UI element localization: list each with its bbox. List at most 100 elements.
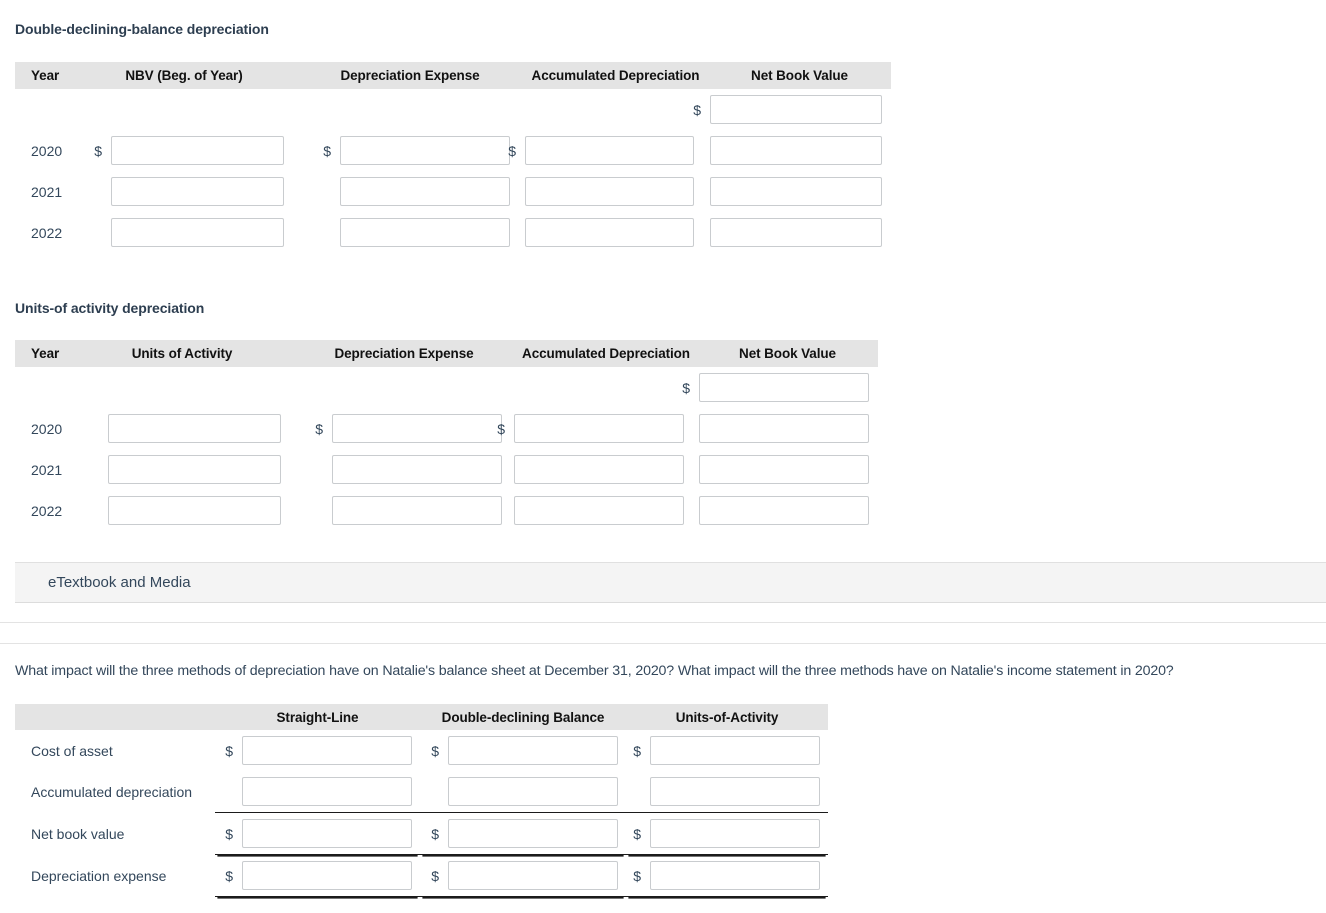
amount-input[interactable] — [650, 777, 820, 806]
amount-input[interactable] — [332, 496, 502, 525]
amount-input[interactable] — [514, 496, 684, 525]
divider-top — [0, 622, 1326, 623]
year-label — [15, 89, 71, 130]
input-cell — [293, 449, 515, 490]
amount-input[interactable] — [340, 136, 510, 165]
input-cell — [297, 89, 523, 130]
dollar-sign: $ — [225, 825, 233, 842]
ddb-schedule-table: Year NBV (Beg. of Year) Depreciation Expen… — [15, 62, 891, 253]
column-header-net-book-value: Net Book Value — [697, 340, 878, 367]
amount-input[interactable] — [108, 455, 281, 484]
amount-input[interactable] — [108, 496, 281, 525]
dollar-sign: $ — [633, 742, 641, 759]
question-text: What impact will the three methods of de… — [15, 663, 1174, 679]
amount-input[interactable] — [242, 861, 412, 890]
etextbook-label: eTextbook and Media — [48, 574, 191, 591]
input-cell: $ — [626, 730, 828, 771]
input-cell: $ — [297, 130, 523, 171]
column-header-accumulated-depreciation: Accumulated Depreciation — [515, 340, 697, 367]
table-row: Depreciation expense $ $ $ — [15, 854, 828, 897]
input-cell: $ — [215, 730, 420, 771]
input-cell: $ — [420, 730, 626, 771]
amount-input[interactable] — [111, 177, 284, 206]
input-cell — [514, 449, 697, 490]
amount-input[interactable] — [710, 177, 882, 206]
column-header-blank — [15, 704, 215, 730]
amount-input[interactable] — [242, 736, 412, 765]
table-row: $ — [15, 89, 891, 130]
amount-input[interactable] — [108, 414, 281, 443]
year-label — [15, 367, 71, 408]
amount-input[interactable] — [448, 736, 618, 765]
amount-input[interactable] — [242, 777, 412, 806]
ddb-section-title: Double-declining-balance depreciation — [15, 21, 269, 37]
dollar-sign: $ — [693, 101, 701, 118]
column-header-depreciation-expense: Depreciation Expense — [297, 62, 523, 89]
input-cell — [523, 171, 708, 212]
input-cell: $ — [626, 812, 828, 855]
input-cell — [708, 130, 891, 171]
row-label: Net book value — [31, 825, 125, 842]
etextbook-and-media-bar[interactable]: eTextbook and Media — [15, 562, 1326, 603]
input-cell — [71, 449, 293, 490]
table-header-row: Year Units of Activity Depreciation Expens… — [15, 340, 878, 367]
amount-input[interactable] — [514, 414, 684, 443]
amount-input[interactable] — [699, 455, 869, 484]
year-label: 2021 — [31, 461, 63, 478]
amount-input[interactable] — [448, 777, 618, 806]
dollar-sign: $ — [315, 420, 323, 437]
dollar-sign: $ — [431, 867, 439, 884]
amount-input[interactable] — [242, 819, 412, 848]
column-header-depreciation-expense: Depreciation Expense — [293, 340, 515, 367]
row-label: Depreciation expense — [31, 867, 167, 884]
amount-input[interactable] — [650, 736, 820, 765]
amount-input[interactable] — [340, 177, 510, 206]
amount-input[interactable] — [448, 819, 618, 848]
amount-input[interactable] — [514, 455, 684, 484]
amount-input[interactable] — [650, 861, 820, 890]
column-header-net-book-value: Net Book Value — [708, 62, 891, 89]
column-header-nbv-beg-of-year: NBV (Beg. of Year) — [71, 62, 297, 89]
amount-input[interactable] — [710, 136, 882, 165]
year-label: 2020 — [31, 420, 63, 437]
uoa-schedule-table: Year Units of Activity Depreciation Expens… — [15, 340, 878, 531]
amount-input[interactable] — [710, 95, 882, 124]
input-cell: $ — [497, 408, 697, 449]
amount-input[interactable] — [699, 414, 869, 443]
column-header-units-of-activity: Units-of-Activity — [626, 704, 828, 730]
input-cell — [708, 171, 891, 212]
amount-input[interactable] — [525, 218, 694, 247]
input-cell — [293, 367, 515, 408]
amount-input[interactable] — [650, 819, 820, 848]
input-cell — [708, 212, 891, 253]
input-cell: $ — [693, 89, 891, 130]
amount-input[interactable] — [525, 177, 694, 206]
input-cell: $ — [420, 854, 626, 897]
amount-input[interactable] — [111, 136, 284, 165]
input-cell — [293, 490, 515, 531]
input-cell — [514, 490, 697, 531]
column-header-units-of-activity: Units of Activity — [71, 340, 293, 367]
input-cell — [523, 89, 708, 130]
input-cell — [697, 449, 878, 490]
dollar-sign: $ — [323, 142, 331, 159]
amount-input[interactable] — [699, 373, 869, 402]
amount-input[interactable] — [111, 218, 284, 247]
uoa-section-title: Units-of activity depreciation — [15, 300, 205, 316]
column-header-year: Year — [15, 62, 71, 89]
input-cell — [697, 490, 878, 531]
dollar-sign: $ — [431, 742, 439, 759]
input-cell — [420, 771, 626, 813]
table-row: 2022 — [15, 490, 878, 531]
table-row: 2021 — [15, 171, 891, 212]
amount-input[interactable] — [340, 218, 510, 247]
amount-input[interactable] — [525, 136, 694, 165]
amount-input[interactable] — [332, 455, 502, 484]
amount-input[interactable] — [332, 414, 502, 443]
amount-input[interactable] — [699, 496, 869, 525]
dollar-sign: $ — [94, 142, 102, 159]
row-label: Cost of asset — [31, 742, 113, 759]
amount-input[interactable] — [710, 218, 882, 247]
amount-input[interactable] — [448, 861, 618, 890]
dollar-sign: $ — [497, 420, 505, 437]
